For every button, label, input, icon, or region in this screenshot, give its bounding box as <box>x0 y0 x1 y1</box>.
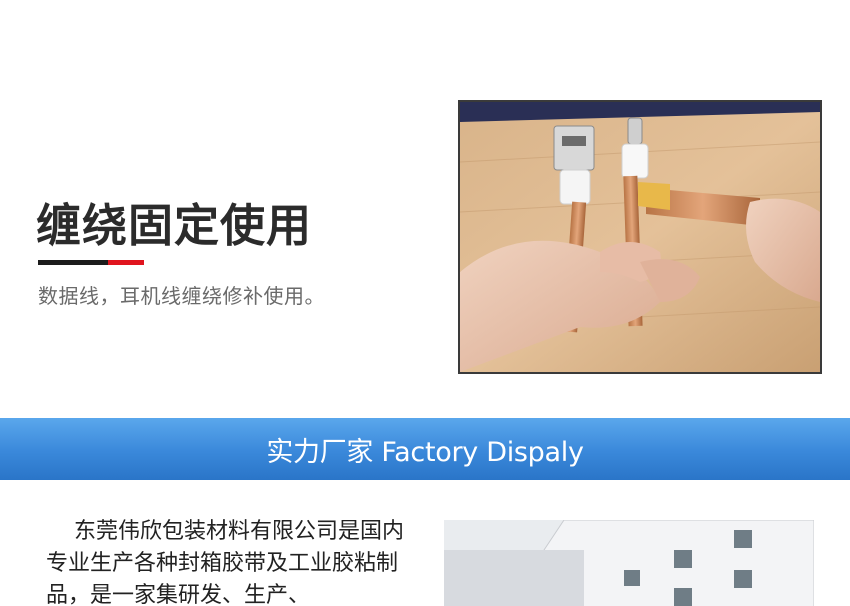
factory-section: 东莞伟欣包装材料有限公司是国内专业生产各种封箱胶带及工业胶粘制品，是一家集研发、… <box>0 480 850 606</box>
factory-display-banner: 实力厂家 Factory Dispaly <box>0 418 850 480</box>
title-underline-red <box>108 260 144 265</box>
usage-title: 缠绕固定使用 <box>36 199 313 252</box>
title-underline-black <box>38 260 108 265</box>
banner-title: 实力厂家 Factory Dispaly <box>266 436 584 468</box>
factory-building-photo <box>444 520 814 606</box>
factory-intro-text: 东莞伟欣包装材料有限公司是国内专业生产各种封箱胶带及工业胶粘制品，是一家集研发、… <box>46 519 405 606</box>
cable-wrapping-photo <box>458 100 822 374</box>
usage-section: 缠绕固定使用 数据线，耳机线缠绕修补使用。 <box>0 0 850 418</box>
factory-intro: 东莞伟欣包装材料有限公司是国内专业生产各种封箱胶带及工业胶粘制品，是一家集研发、… <box>46 516 420 606</box>
usage-description: 数据线，耳机线缠绕修补使用。 <box>38 284 325 308</box>
